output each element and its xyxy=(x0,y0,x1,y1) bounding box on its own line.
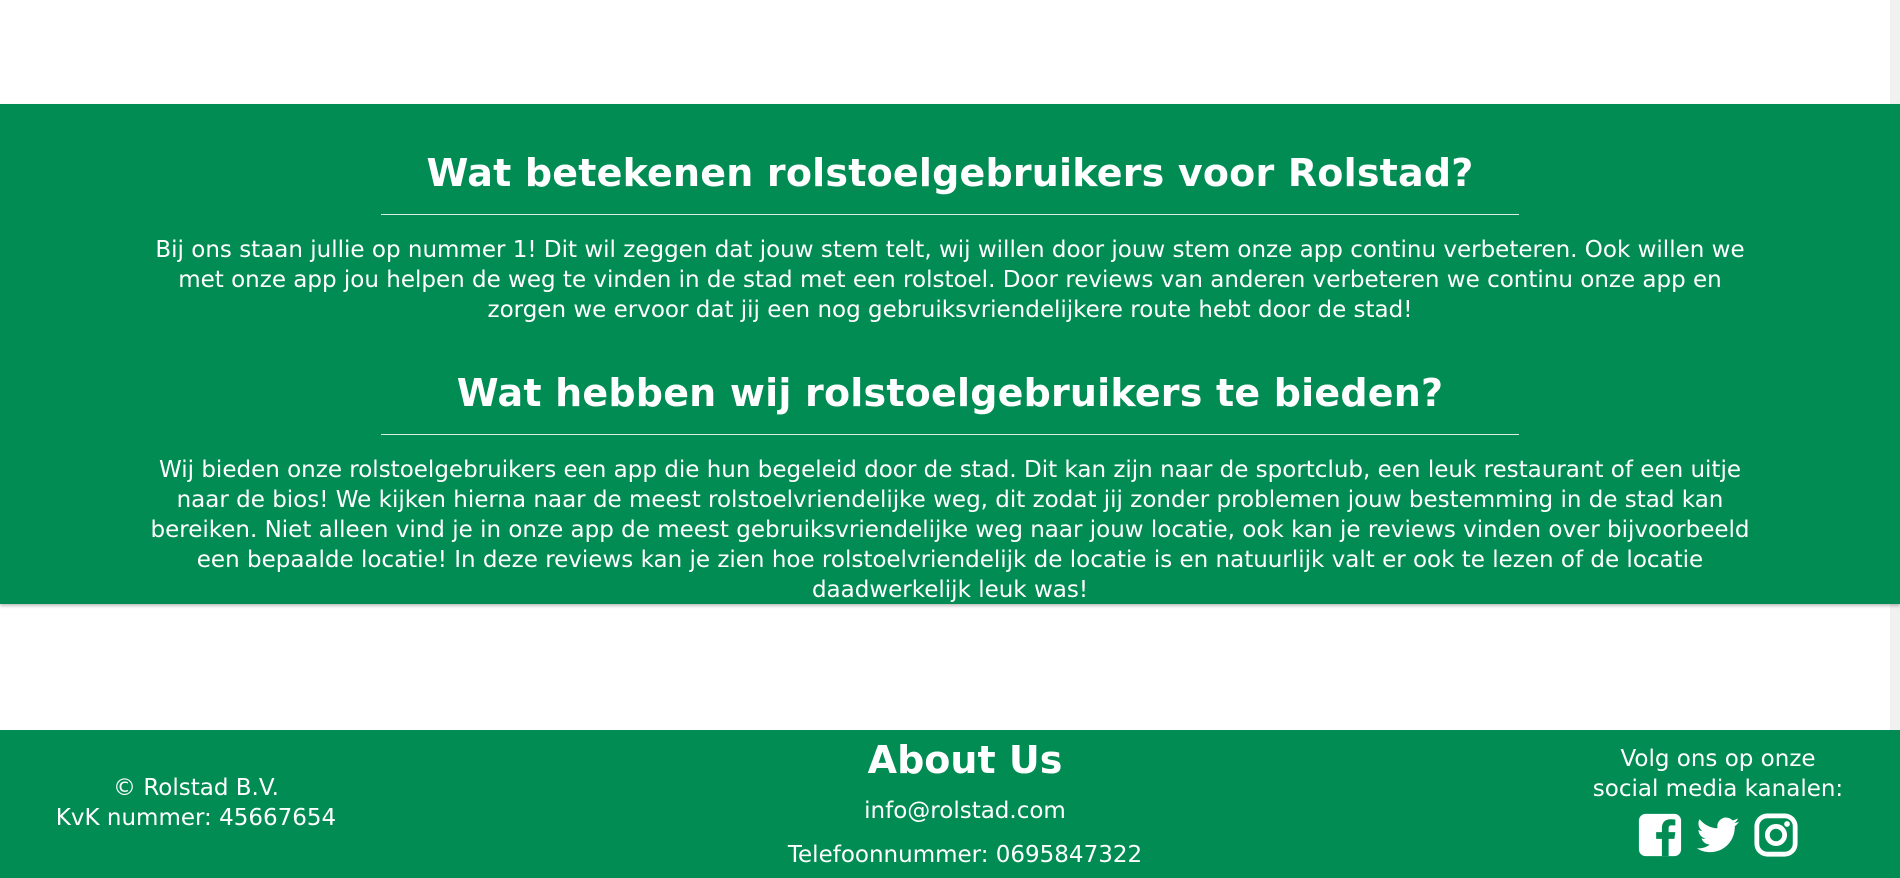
section-body: Wij bieden onze rolstoelgebruikers een a… xyxy=(150,457,1750,603)
facebook-icon[interactable] xyxy=(1637,812,1683,858)
social-icons xyxy=(1568,812,1868,858)
section-title: Wat hebben wij rolstoelgebruikers te bie… xyxy=(456,371,1444,415)
divider xyxy=(381,434,1519,435)
footer-company-info: © Rolstad B.V. KvK nummer: 45667654 xyxy=(0,773,392,833)
social-text-line2: social media kanalen: xyxy=(1592,776,1844,802)
copyright-text: © Rolstad B.V. xyxy=(113,775,279,801)
section-users-meaning: Wat betekenen rolstoelgebruikers voor Ro… xyxy=(0,150,1900,325)
section-title: Wat betekenen rolstoelgebruikers voor Ro… xyxy=(426,151,1474,195)
twitter-icon[interactable] xyxy=(1695,812,1741,858)
social-text-line1: Volg ons op onze xyxy=(1620,746,1816,772)
info-section: Wat betekenen rolstoelgebruikers voor Ro… xyxy=(0,104,1900,604)
instagram-icon[interactable] xyxy=(1753,812,1799,858)
email-link[interactable]: info@rolstad.com xyxy=(665,796,1265,826)
about-title: About Us xyxy=(867,738,1063,782)
footer-about: About Us info@rolstad.com Telefoonnummer… xyxy=(665,736,1265,870)
phone-number: Telefoonnummer: 0695847322 xyxy=(787,842,1143,868)
section-body: Bij ons staan jullie op nummer 1! Dit wi… xyxy=(155,237,1745,323)
divider xyxy=(381,214,1519,215)
section-offer: Wat hebben wij rolstoelgebruikers te bie… xyxy=(0,370,1900,605)
kvk-number: KvK nummer: 45667654 xyxy=(55,805,337,831)
footer-social: Volg ons op onze social media kanalen: xyxy=(1568,744,1868,858)
footer: © Rolstad B.V. KvK nummer: 45667654 Abou… xyxy=(0,730,1900,878)
